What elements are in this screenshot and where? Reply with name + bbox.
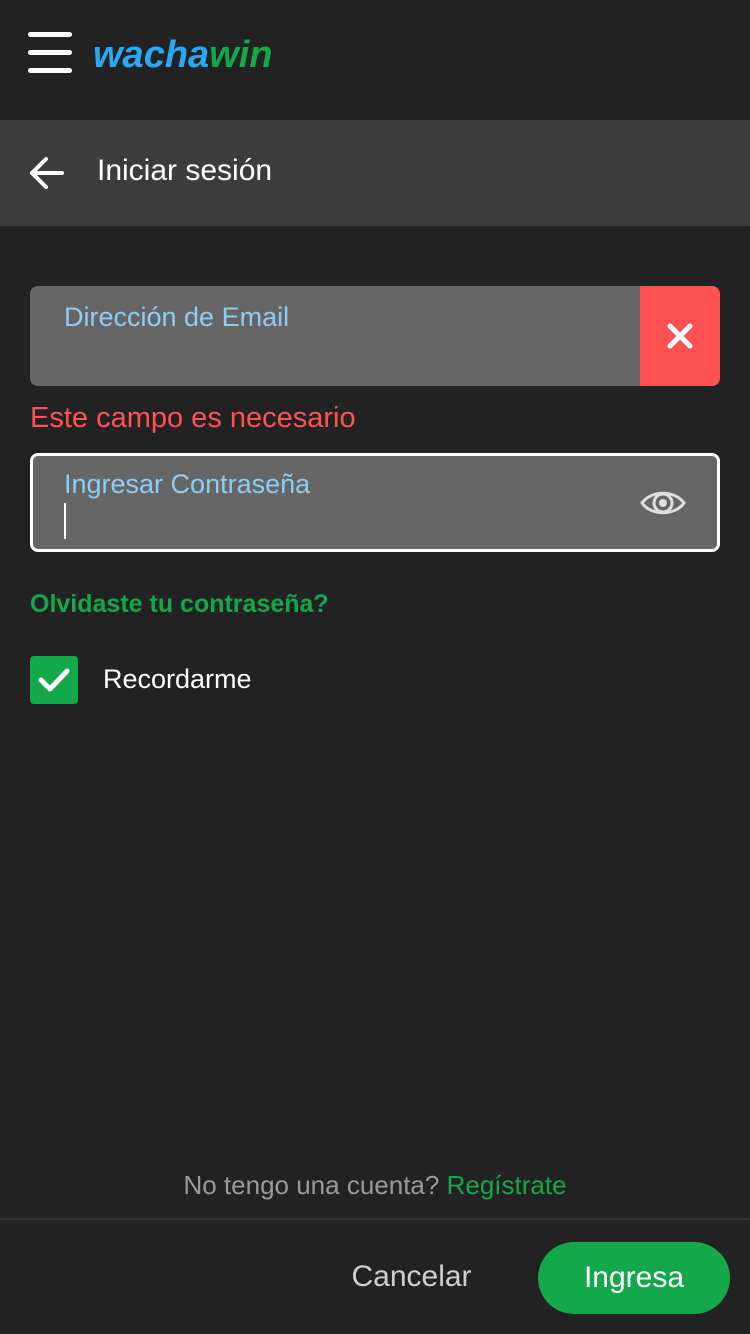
login-submit-button[interactable]: Ingresa bbox=[538, 1242, 730, 1314]
signup-link[interactable]: Regístrate bbox=[447, 1170, 567, 1200]
hamburger-menu-icon[interactable] bbox=[28, 30, 72, 76]
close-icon bbox=[667, 323, 693, 349]
signup-question: No tengo una cuenta? bbox=[183, 1170, 440, 1200]
top-bar: wachawin bbox=[0, 0, 750, 120]
email-field[interactable]: Dirección de Email bbox=[30, 286, 720, 386]
footer-divider bbox=[0, 1218, 750, 1220]
eye-icon[interactable] bbox=[639, 486, 687, 520]
page-title: Iniciar sesión bbox=[97, 154, 273, 187]
signup-prompt: No tengo una cuenta? Regístrate bbox=[0, 1170, 750, 1201]
logo-part-1: wacha bbox=[93, 34, 210, 76]
forgot-password-link[interactable]: Olvidaste tu contraseña? bbox=[30, 590, 329, 619]
email-error-message: Este campo es necesario bbox=[30, 402, 356, 434]
password-field[interactable]: Ingresar Contraseña bbox=[30, 453, 720, 552]
clear-email-button[interactable] bbox=[640, 286, 720, 386]
remember-me-label[interactable]: Recordarme bbox=[103, 664, 252, 695]
logo-part-2: win bbox=[209, 34, 273, 76]
arrow-left-icon[interactable] bbox=[28, 155, 68, 191]
checkmark-icon bbox=[38, 668, 70, 692]
logo[interactable]: wachawin bbox=[93, 34, 273, 77]
remember-me-checkbox[interactable] bbox=[30, 656, 78, 704]
cancel-button[interactable]: Cancelar bbox=[330, 1260, 493, 1294]
